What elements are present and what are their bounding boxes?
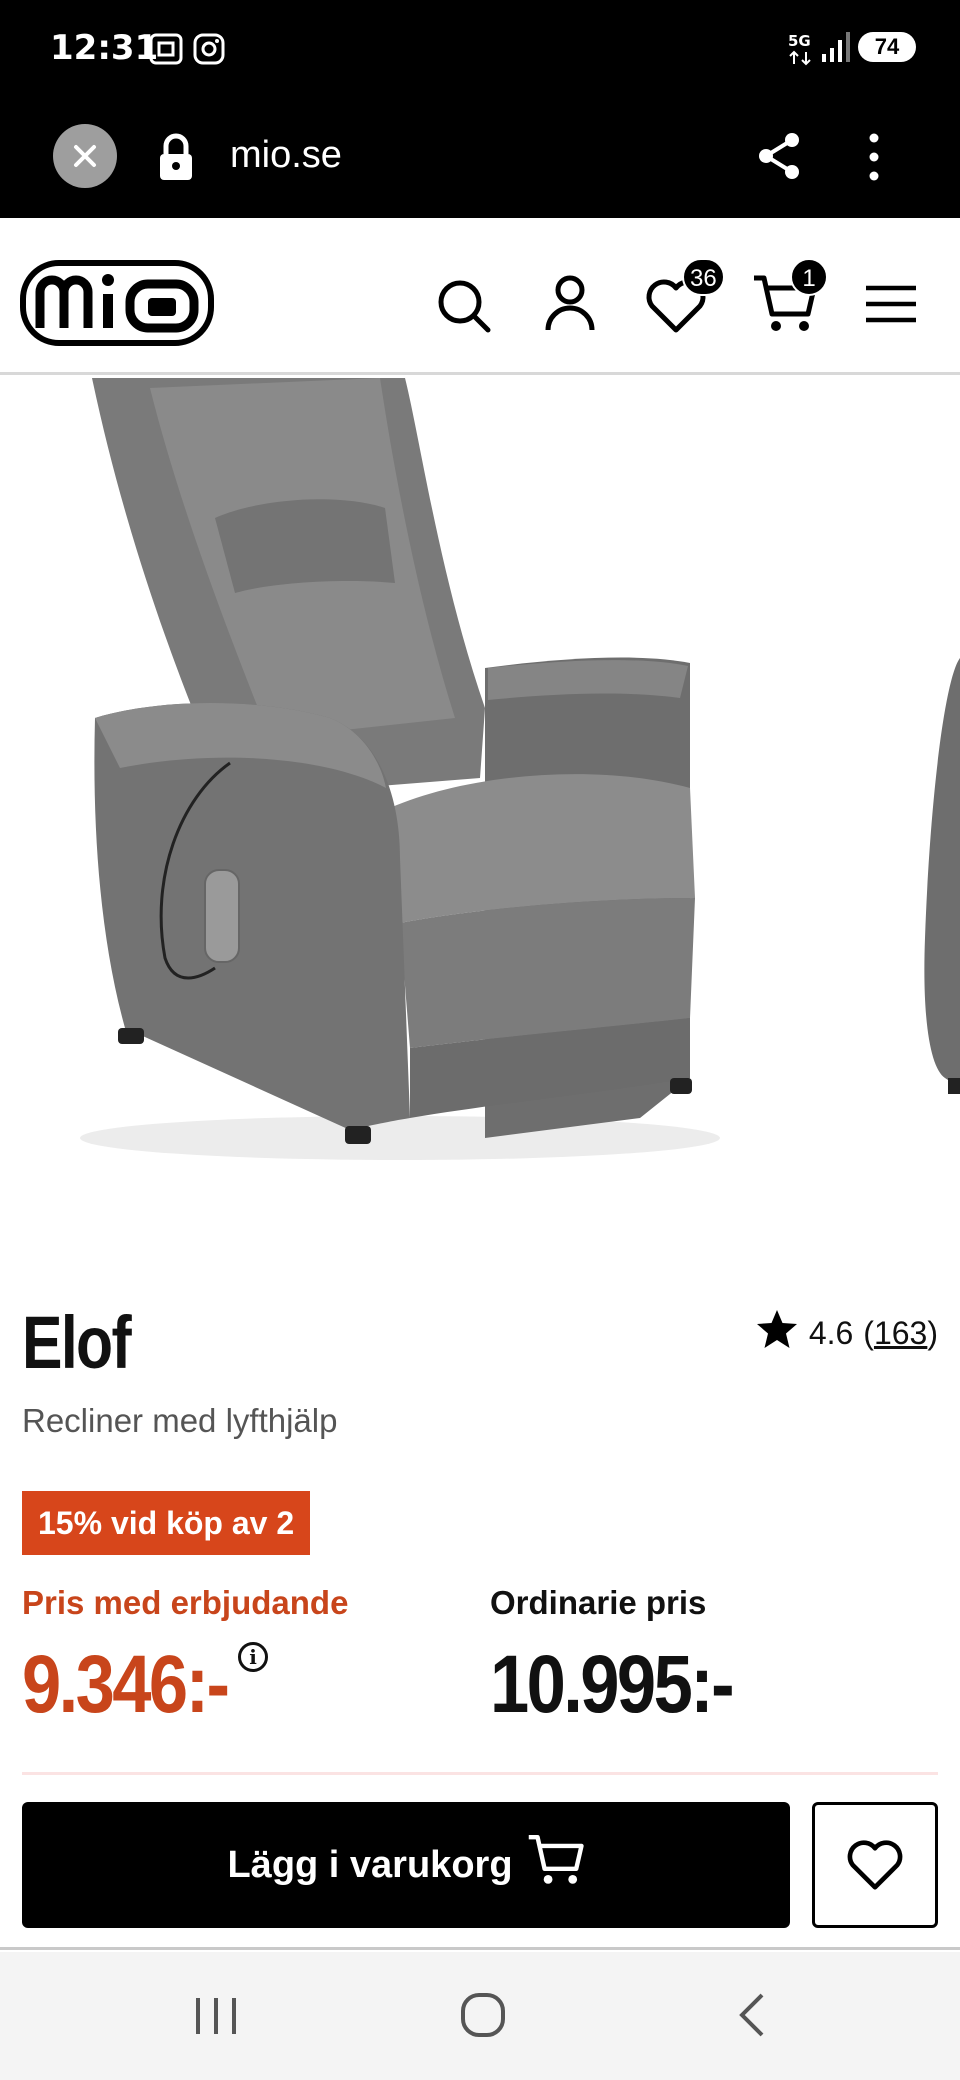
status-bar: 12:31 5G 74 xyxy=(0,0,960,100)
add-to-wishlist-button[interactable] xyxy=(812,1802,938,1928)
product-image-carousel[interactable] xyxy=(0,378,960,1228)
battery-indicator: 74 xyxy=(858,32,916,62)
browser-toolbar: mio.se xyxy=(0,100,960,218)
signal-icon xyxy=(820,30,852,69)
rating-value: 4.6 xyxy=(808,1314,854,1351)
review-count-wrap[interactable]: (163) xyxy=(863,1315,938,1352)
divider xyxy=(22,1772,938,1775)
recent-apps-icon[interactable] xyxy=(194,1996,238,2041)
account-icon[interactable] xyxy=(544,274,596,339)
product-title: Elof xyxy=(22,1301,132,1384)
svg-text:5G: 5G xyxy=(788,32,811,50)
status-time: 12:31 xyxy=(50,28,159,68)
screenshot-icon xyxy=(148,32,184,71)
mio-logo[interactable] xyxy=(20,260,214,351)
action-bar: Lägg i varukorg xyxy=(0,1776,960,1950)
site-header: 36 1 xyxy=(0,218,960,375)
regular-price-label: Ordinarie pris xyxy=(490,1584,707,1621)
star-icon xyxy=(755,1308,799,1358)
search-icon[interactable] xyxy=(436,278,492,339)
lock-icon xyxy=(156,132,196,187)
share-icon[interactable] xyxy=(756,130,802,187)
product-subtitle: Recliner med lyfthjälp xyxy=(22,1402,338,1439)
recliner-chair-image xyxy=(80,378,960,1160)
regular-price: 10.995:- xyxy=(490,1639,735,1730)
product-rating[interactable]: 4.6 (163) xyxy=(755,1308,938,1358)
price-info-icon[interactable]: i xyxy=(238,1642,268,1672)
close-tab-button[interactable] xyxy=(53,124,117,188)
back-icon[interactable] xyxy=(736,1992,768,2043)
add-to-cart-label: Lägg i varukorg xyxy=(227,1843,513,1886)
more-options-icon[interactable] xyxy=(866,132,882,187)
cart-count-badge: 1 xyxy=(790,258,828,296)
instagram-icon xyxy=(192,32,226,71)
add-to-cart-button[interactable]: Lägg i varukorg xyxy=(22,1802,790,1928)
system-navigation-bar xyxy=(0,1952,960,2080)
home-icon[interactable] xyxy=(460,1992,506,2043)
close-icon xyxy=(74,145,96,167)
promo-badge: 15% vid köp av 2 xyxy=(22,1491,311,1555)
menu-icon[interactable] xyxy=(864,284,918,329)
network-5g-icon: 5G xyxy=(786,30,822,71)
cart-icon xyxy=(527,1831,585,1899)
offer-price: 9.346:- xyxy=(22,1639,230,1730)
offer-price-label: Pris med erbjudande xyxy=(22,1584,349,1621)
review-count[interactable]: 163 xyxy=(874,1315,927,1351)
wishlist-count-badge: 36 xyxy=(682,258,725,296)
url-text[interactable]: mio.se xyxy=(230,134,342,177)
heart-icon xyxy=(847,1840,903,1890)
